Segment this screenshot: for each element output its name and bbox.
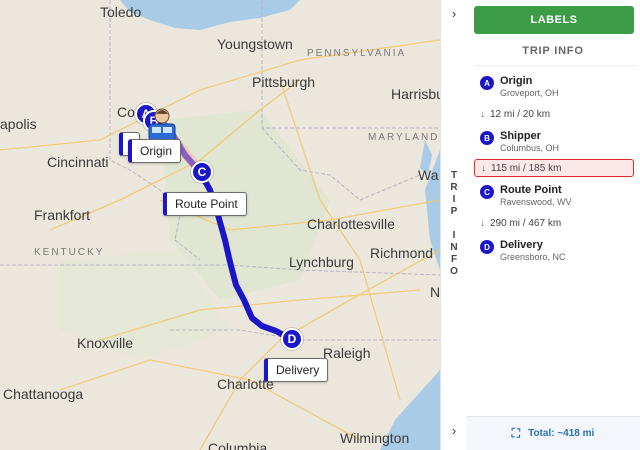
marker-c[interactable]: C [191, 161, 213, 183]
divider [474, 65, 636, 66]
vertical-letter: O [450, 266, 458, 277]
city-label: Charlottesville [307, 216, 395, 232]
city-label: apolis [0, 116, 37, 132]
delivery-label[interactable]: Delivery [264, 358, 329, 382]
city-label: Frankfort [34, 207, 91, 223]
city-label: Co [117, 104, 135, 120]
vertical-letter: F [450, 254, 458, 265]
total-distance-button[interactable]: ⛶ Total: ~418 mi [466, 416, 640, 450]
expand-chevron-icon[interactable]: › [441, 423, 467, 438]
city-label: Pittsburgh [252, 74, 316, 90]
stop-name: Origin [500, 75, 533, 87]
stop-badge: C [480, 185, 494, 199]
leg-row[interactable]: ↓ 12 mi / 20 km [474, 105, 634, 123]
app-root: Toledo Youngstown Pittsburgh Harrisbu Co… [0, 0, 640, 450]
panel-toggle-strip[interactable]: › T R I P I N F O › [440, 0, 466, 450]
down-arrow-icon: ↓ [480, 217, 485, 229]
city-label: Richmond [370, 245, 434, 261]
trip-info-panel: LABELS TRIP INFO A Origin Groveport, OH … [466, 0, 640, 450]
stop-location: Greensboro, NC [500, 252, 566, 262]
origin-label[interactable]: Origin [128, 139, 182, 163]
route-point-label[interactable]: Route Point [163, 192, 247, 216]
stop-badge: A [480, 76, 494, 90]
total-distance: Total: ~418 mi [528, 428, 595, 439]
stop-location: Groveport, OH [500, 88, 559, 98]
state-label: MARYLAND [368, 132, 440, 143]
leg-distance: 115 mi / 185 km [491, 162, 562, 174]
vertical-letter: N [450, 242, 458, 253]
vertical-letter: I [452, 230, 456, 241]
lake-erie [120, 0, 300, 30]
trip-info-vertical-tab[interactable]: T R I P I N F O [441, 170, 467, 278]
trip-info-title: TRIP INFO [522, 45, 584, 57]
city-label: Toledo [100, 4, 142, 20]
vertical-letter: P [450, 206, 458, 217]
stop-name: Route Point [500, 184, 562, 196]
stop-name: Delivery [500, 239, 543, 251]
down-arrow-icon: ↓ [480, 108, 485, 120]
city-label: Harrisbu [391, 86, 440, 102]
city-label: Raleigh [323, 345, 371, 361]
vertical-letter: I [452, 194, 456, 205]
vertical-letter: T [450, 170, 458, 181]
map-view[interactable]: Toledo Youngstown Pittsburgh Harrisbu Co… [0, 0, 440, 450]
stop-location: Columbus, OH [500, 143, 560, 153]
city-label: Chattanooga [3, 386, 84, 402]
labels-button[interactable]: LABELS [474, 6, 634, 34]
city-label: Lynchburg [289, 254, 354, 270]
collapse-chevron-icon[interactable]: › [441, 6, 467, 21]
vertical-letter: R [450, 182, 458, 193]
city-label: N [430, 284, 440, 300]
stop-name: Shipper [500, 130, 541, 142]
state-label: KENTUCKY [34, 247, 105, 258]
city-label: Columbia [208, 440, 268, 450]
city-label: Wa [418, 167, 439, 183]
stop-badge: D [480, 240, 494, 254]
leg-distance: 290 mi / 467 km [490, 217, 562, 229]
fit-bounds-icon: ⛶ [511, 426, 521, 440]
leg-row[interactable]: ↓ 290 mi / 467 km [474, 214, 634, 232]
city-label: Knoxville [77, 335, 134, 351]
marker-d[interactable]: D [281, 328, 303, 350]
down-arrow-icon: ↓ [481, 162, 486, 174]
city-label: Youngstown [217, 36, 293, 52]
city-label: Cincinnati [47, 154, 109, 170]
leg-row-selected[interactable]: ↓ 115 mi / 185 km [474, 159, 634, 177]
vertical-spacer [441, 218, 467, 230]
leg-distance: 12 mi / 20 km [490, 108, 551, 120]
city-label: Wilmington [340, 430, 410, 446]
stop-badge: B [480, 131, 494, 145]
state-label: PENNSYLVANIA [307, 48, 407, 59]
stop-location: Ravenswood, WV [500, 197, 572, 207]
